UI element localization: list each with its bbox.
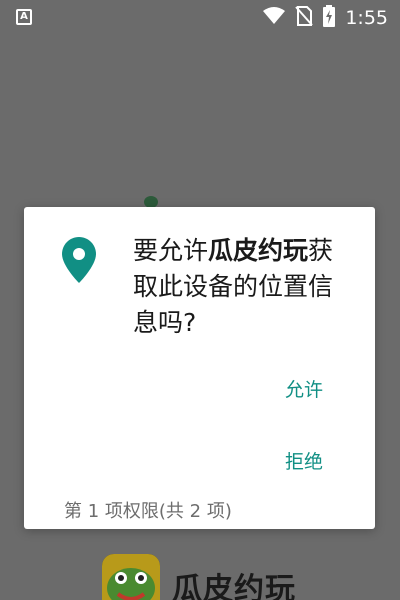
location-permission-dialog: 要允许瓜皮约玩获取此设备的位置信息吗? 允许 拒绝 第 1 项权限(共 2 项) — [24, 207, 375, 529]
permission-counter: 第 1 项权限(共 2 项) — [64, 501, 232, 522]
allow-button[interactable]: 允许 — [285, 375, 323, 402]
battery-charging-icon — [323, 5, 336, 31]
accessibility-icon: A — [16, 9, 32, 25]
status-bar: A 1:55 — [0, 0, 400, 36]
app-branding: 瓜皮约玩 — [0, 548, 400, 600]
app-name-text: 瓜皮约玩 — [172, 572, 296, 600]
permission-message: 要允许瓜皮约玩获取此设备的位置信息吗? — [133, 233, 355, 341]
location-pin-icon — [62, 237, 96, 283]
clock-time: 1:55 — [345, 7, 388, 29]
status-icons: 1:55 — [263, 0, 388, 36]
no-sim-icon — [295, 6, 314, 30]
app-logo-icon — [102, 554, 160, 600]
message-app-name: 瓜皮约玩 — [208, 236, 309, 265]
wifi-icon — [263, 7, 286, 29]
message-prefix: 要允许 — [133, 236, 209, 265]
deny-button[interactable]: 拒绝 — [285, 447, 323, 474]
